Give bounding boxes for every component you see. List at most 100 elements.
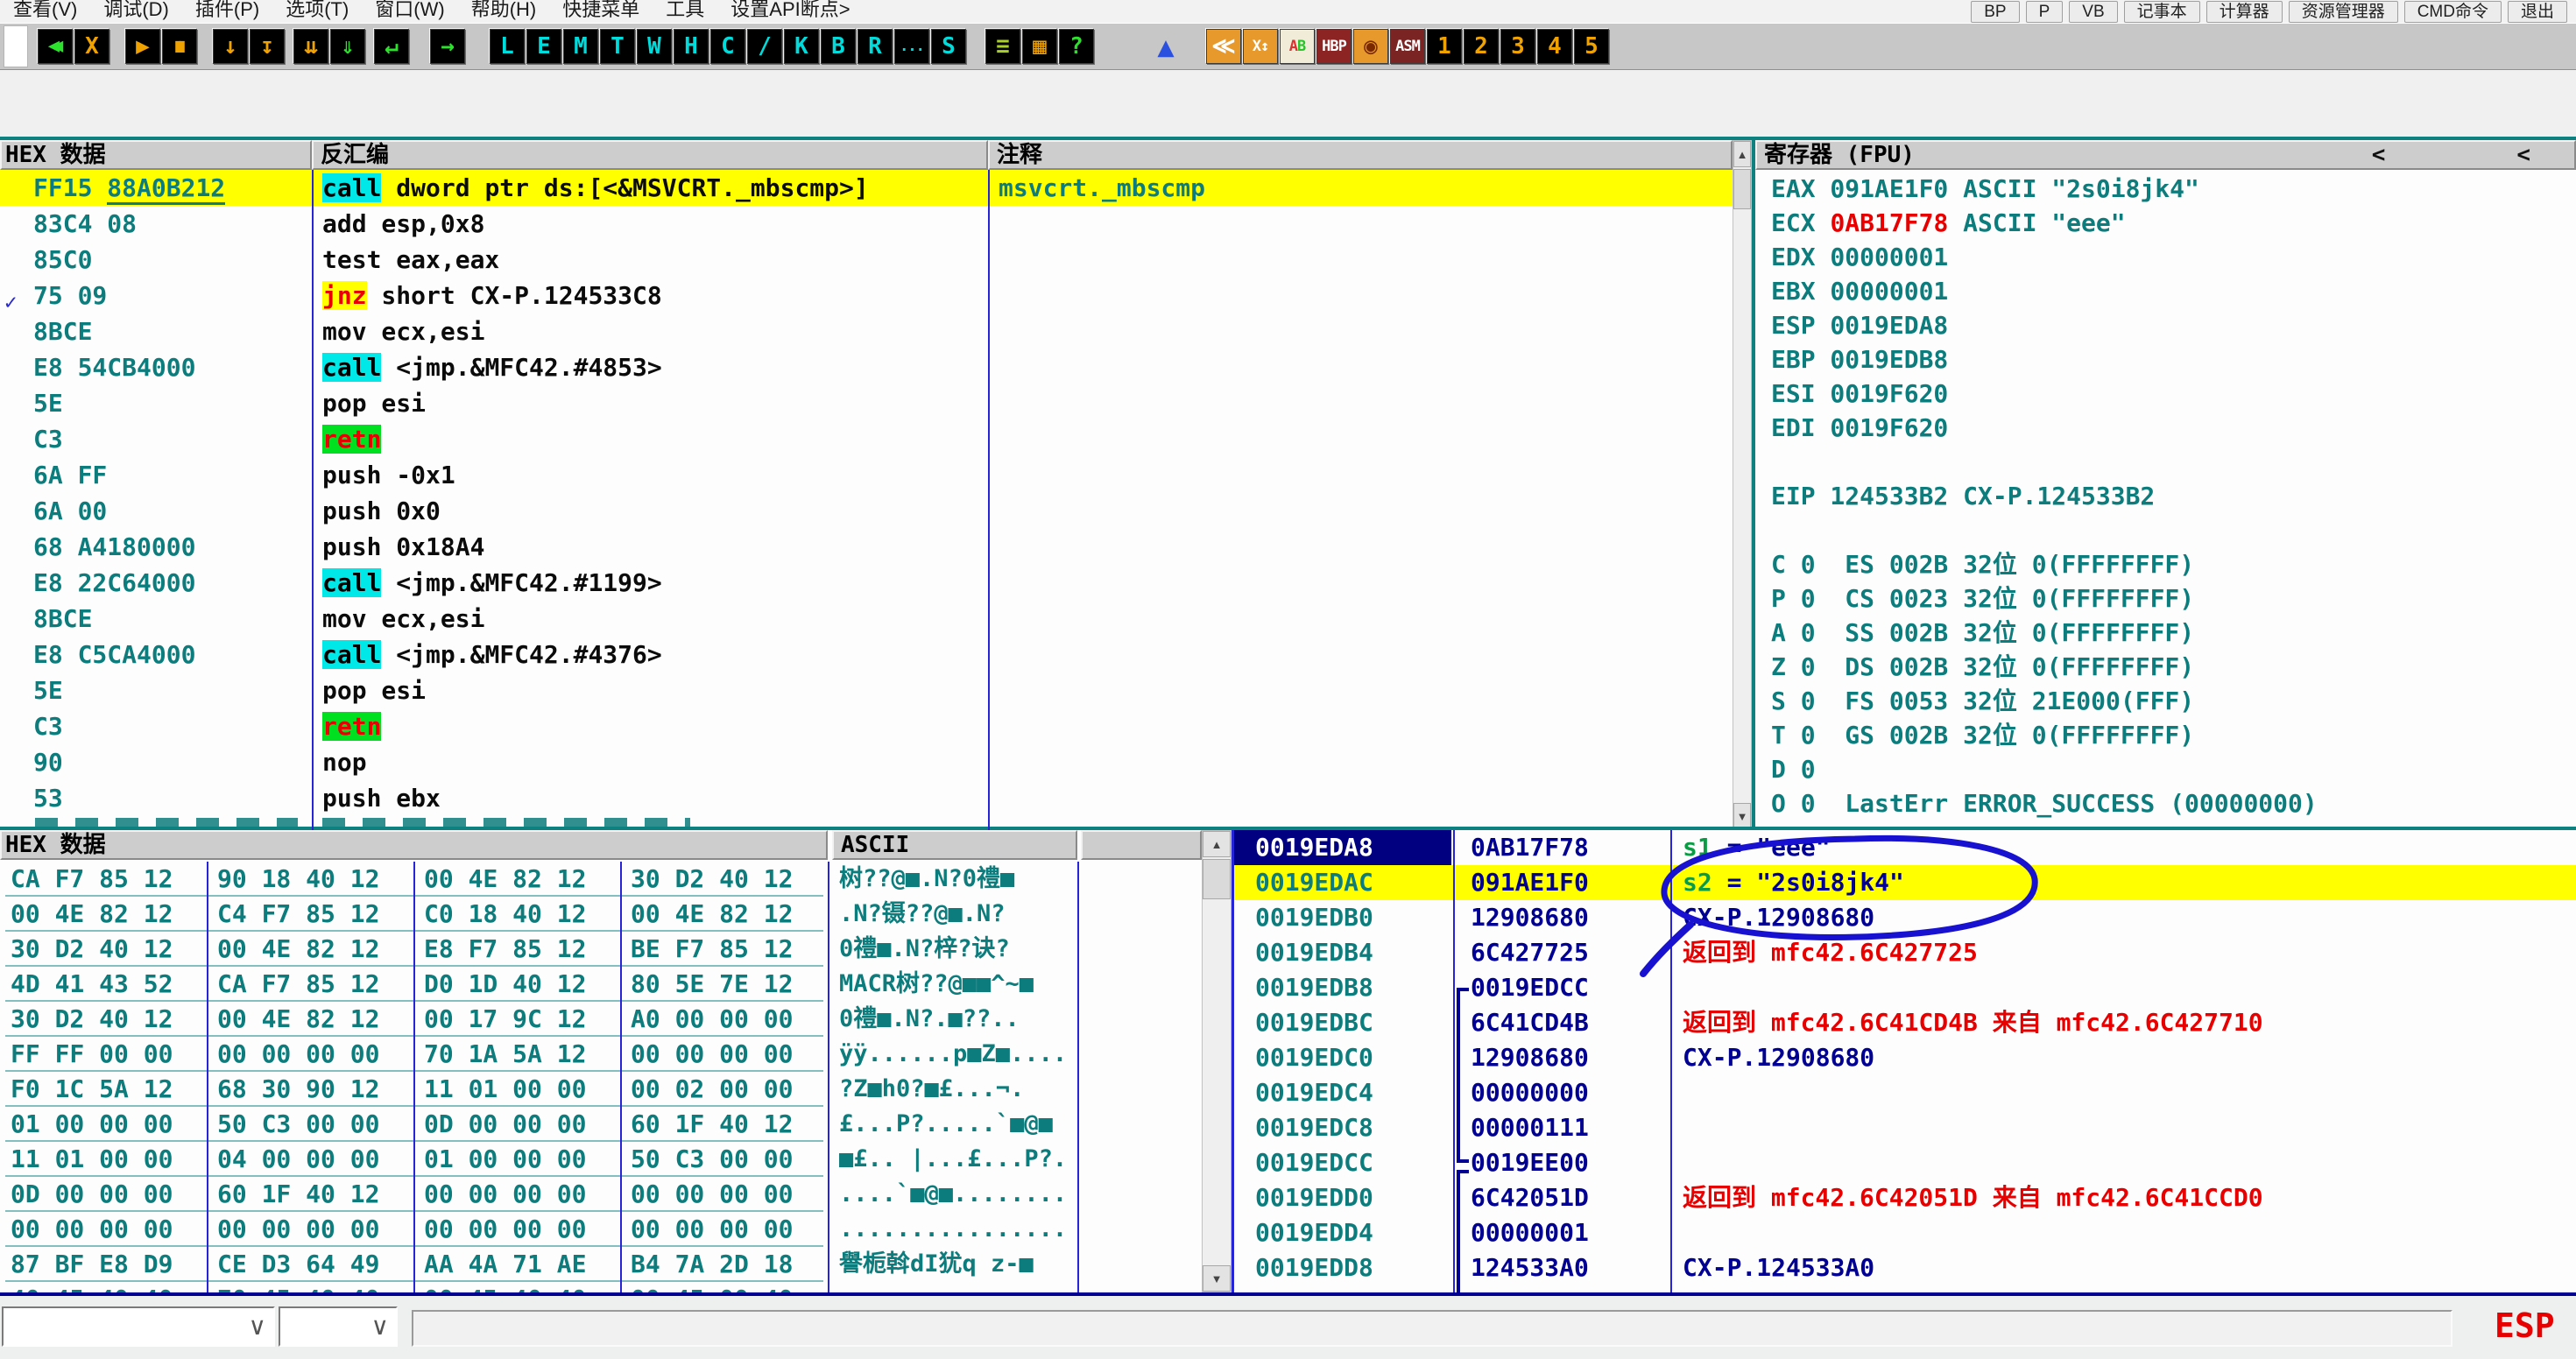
scroll-down-button[interactable]: ▼ [1733, 803, 1751, 829]
handles-window-button[interactable]: H [674, 29, 709, 64]
disassembly-row[interactable]: FF15 88A0B212call dword ptr ds:[<&MSVCRT… [0, 170, 1733, 206]
disassembly-row[interactable]: 8BCEmov ecx,esi [0, 313, 1733, 349]
stack-row[interactable]: 0019EDC400000000 [1234, 1075, 2576, 1110]
rewind-button[interactable]: ≪ [1206, 29, 1241, 64]
column-header-disassembly[interactable]: 反汇编 [312, 140, 988, 170]
command-input[interactable] [412, 1310, 2452, 1347]
scroll-up-button[interactable]: ▲ [1203, 831, 1231, 857]
window-button-3[interactable]: VB [2069, 1, 2117, 23]
window-2-button[interactable]: 2 [1464, 29, 1499, 64]
patches-window-button[interactable]: / [747, 29, 782, 64]
dump-row[interactable]: CA F7 85 1290 18 40 1200 4E 82 1230 D2 4… [0, 862, 1202, 897]
executables-window-button[interactable]: E [526, 29, 561, 64]
stack-row[interactable]: 0019EDA80AB17F78s1 = "eee" [1234, 830, 2576, 865]
dump-row[interactable]: 00 4E 82 12C4 F7 85 12C0 18 40 1200 4E 8… [0, 897, 1202, 932]
disassembly-row[interactable]: C3retn [0, 421, 1733, 457]
menu-item-9[interactable]: 设置API断点> [717, 0, 863, 23]
disassembly-row[interactable]: 8BCEmov ecx,esi [0, 601, 1733, 637]
stack-row[interactable]: 0019EDC800000111 [1234, 1110, 2576, 1145]
menu-item-3[interactable]: 插件(P) [182, 0, 272, 23]
grid-icon-button[interactable]: ▦ [1022, 29, 1057, 64]
column-header-hex[interactable]: HEX 数据 [0, 140, 312, 170]
window-button-8[interactable]: 退出 [2508, 1, 2567, 23]
menu-item-6[interactable]: 帮助(H) [458, 0, 550, 23]
scrollbar-thumb[interactable] [1733, 169, 1751, 209]
chevron-down-icon[interactable]: ∨ [249, 1312, 267, 1341]
call-stack-window-button[interactable]: K [784, 29, 819, 64]
breakpoints-window-button[interactable]: B [821, 29, 856, 64]
window-button-2[interactable]: P [2026, 1, 2064, 23]
dump-header-hex[interactable]: HEX 数据 [0, 830, 828, 860]
dump-row[interactable]: 11 01 00 0004 00 00 0001 00 00 0050 C3 0… [0, 1142, 1202, 1177]
stack-row[interactable]: 0019EDBC6C41CD4B返回到 mfc42.6C41CD4B 来自 mf… [1234, 1005, 2576, 1040]
menu-item-4[interactable]: 选项(T) [272, 0, 362, 23]
register-line[interactable]: ESI 0019F620 [1771, 377, 1948, 411]
disassembly-scrollbar[interactable]: ▲ ▼ [1733, 140, 1752, 830]
disassembly-row[interactable]: E8 22C64000call <jmp.&MFC42.#1199> [0, 565, 1733, 601]
register-line[interactable]: EAX 091AE1F0 ASCII "2s0i8jk4" [1771, 172, 2199, 206]
dump-row[interactable]: FF FF 00 0000 00 00 0070 1A 5A 1200 00 0… [0, 1037, 1202, 1072]
dump-row[interactable]: 0D 00 00 0060 1F 40 1200 00 00 0000 00 0… [0, 1177, 1202, 1212]
stack-row[interactable]: 0019EDB80019EDCC [1234, 970, 2576, 1005]
register-line[interactable]: T 0 GS 002B 32位 0(FFFFFFFF) [1771, 718, 2194, 752]
animate-into-button[interactable]: ⇊ [293, 29, 328, 64]
step-into-button[interactable]: ↓ [213, 29, 248, 64]
register-line[interactable]: D 0 [1771, 752, 1816, 786]
register-line[interactable]: S 0 FS 0053 32位 21E000(FFF) [1771, 684, 2194, 718]
register-line[interactable]: A 0 SS 002B 32位 0(FFFFFFFF) [1771, 616, 2194, 650]
run-trace-window-button[interactable]: ... [894, 29, 929, 64]
menu-item-2[interactable]: 调试(D) [90, 0, 182, 23]
disassembly-row[interactable]: 90nop [0, 744, 1733, 780]
address-combobox[interactable]: ∨ [2, 1306, 275, 1347]
disassembly-row[interactable]: 75 09jnz short CX-P.124533C8✓ [0, 278, 1733, 313]
collapse-right-icon[interactable]: < [2516, 142, 2574, 168]
threads-window-button[interactable]: T [600, 29, 635, 64]
register-line[interactable]: ESP 0019EDA8 [1771, 308, 1948, 342]
disassembly-row[interactable]: 68 A4180000push 0x18A4 [0, 529, 1733, 565]
scroll-down-button[interactable]: ▼ [1203, 1265, 1231, 1292]
help-button[interactable]: ? [1059, 29, 1094, 64]
register-line[interactable]: EBX 00000001 [1771, 274, 1948, 308]
menu-item-5[interactable]: 窗口(W) [362, 0, 457, 23]
stack-row[interactable]: 0019EDAC091AE1F0s2 = "2s0i8jk4" [1234, 865, 2576, 900]
pointer-tool-button[interactable]: ▲ [1148, 29, 1183, 64]
disassembly-row[interactable]: 85C0test eax,eax [0, 242, 1733, 278]
register-line[interactable]: EDX 00000001 [1771, 240, 1948, 274]
source-window-button[interactable]: S [931, 29, 966, 64]
column-divider[interactable] [988, 170, 990, 830]
disassembly-row[interactable]: E8 54CB4000call <jmp.&MFC42.#4853> [0, 349, 1733, 385]
register-line[interactable]: EDI 0019F620 [1771, 411, 1948, 445]
dump-row[interactable]: 40 45 40 4070 45 40 4000 45 40 4000 45 0… [0, 1282, 1202, 1292]
disassembly-row[interactable]: 53push ebx [0, 780, 1733, 816]
register-line[interactable]: EBP 0019EDB8 [1771, 342, 1948, 377]
disassembly-row[interactable]: 6A 00push 0x0 [0, 493, 1733, 529]
dump-row[interactable]: 4D 41 43 52CA F7 85 12D0 1D 40 1280 5E 7… [0, 967, 1202, 1002]
asm-button[interactable]: ASM [1390, 29, 1425, 64]
register-line[interactable]: P 0 CS 0023 32位 0(FFFFFFFF) [1771, 581, 2194, 616]
window-3-button[interactable]: 3 [1500, 29, 1535, 64]
column-divider[interactable] [312, 170, 314, 830]
stack-row[interactable]: 0019EDB46C427725返回到 mfc42.6C427725 [1234, 935, 2576, 970]
disassembly-row[interactable]: 5Epop esi [0, 672, 1733, 708]
stack-row[interactable]: 0019EDD8124533A0CX-P.124533A0 [1234, 1250, 2576, 1285]
windows-window-button[interactable]: W [637, 29, 672, 64]
window-5-button[interactable]: 5 [1574, 29, 1609, 64]
register-line[interactable]: O 0 LastErr ERROR_SUCCESS (00000000) [1771, 786, 2318, 820]
format-combobox[interactable]: ∨ [279, 1306, 398, 1347]
goto-button[interactable]: → [430, 29, 465, 64]
pause-button[interactable]: ▮▮ [162, 29, 197, 64]
dump-row[interactable]: 30 D2 40 1200 4E 82 12E8 F7 85 12BE F7 8… [0, 932, 1202, 967]
scrollbar-thumb[interactable] [1203, 859, 1231, 899]
register-line[interactable]: ECX 0AB17F78 ASCII "eee" [1771, 206, 2126, 240]
register-line[interactable]: Z 0 DS 002B 32位 0(FFFFFFFF) [1771, 650, 2194, 684]
menu-item-7[interactable]: 快捷菜单 [549, 0, 653, 23]
dump-row[interactable]: 01 00 00 0050 C3 00 000D 00 00 0060 1F 4… [0, 1107, 1202, 1142]
hbp-button[interactable]: HBP [1316, 29, 1352, 64]
dump-row[interactable]: 00 00 00 0000 00 00 0000 00 00 0000 00 0… [0, 1212, 1202, 1247]
register-line[interactable]: EIP 124533B2 CX-P.124533B2 [1771, 479, 2155, 513]
collapse-left-icon[interactable]: < [2372, 142, 2517, 168]
step-over-button[interactable]: ↧ [250, 29, 285, 64]
menu-item-1[interactable]: 查看(V) [0, 0, 90, 23]
dump-header-ascii[interactable]: ASCII [832, 830, 1077, 860]
disassembly-row[interactable]: E8 C5CA4000call <jmp.&MFC42.#4376> [0, 637, 1733, 672]
